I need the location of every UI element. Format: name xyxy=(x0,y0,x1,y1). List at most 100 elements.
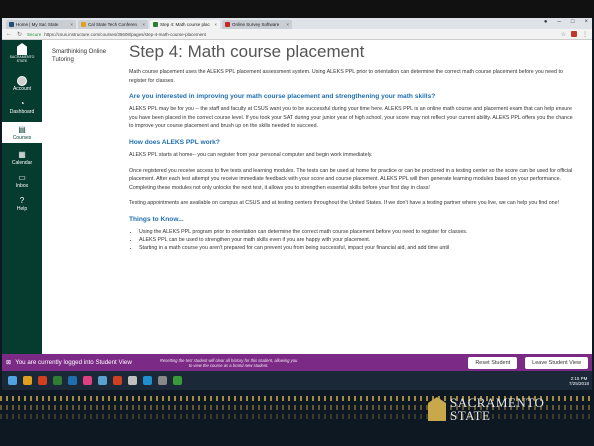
nav-help[interactable]: ? Help xyxy=(2,196,42,212)
nav-label: Calendar xyxy=(11,160,33,166)
sac-state-logo[interactable]: SACRAMENTO STATE xyxy=(9,43,35,69)
taskbar-app-icon[interactable] xyxy=(23,376,32,385)
nav-label: Dashboard xyxy=(9,109,35,115)
favicon-icon xyxy=(153,22,158,27)
browser-tab-3[interactable]: Step 4: Math course plac × xyxy=(150,20,220,29)
clock-date: 7/25/2018 xyxy=(568,380,589,386)
leave-student-view-button[interactable]: Leave Student View xyxy=(525,356,588,369)
favicon-icon xyxy=(225,22,230,27)
student-view-icon: ⊠ xyxy=(6,359,12,366)
close-tab-icon[interactable]: × xyxy=(214,22,217,27)
clock-time: 2:15 PM xyxy=(570,375,588,381)
list-item: Starting in a math course you aren't pre… xyxy=(139,244,578,252)
inbox-icon: ▭ xyxy=(18,173,26,182)
tab-strip: Home | My Sac State × Cal State Tech Conf… xyxy=(2,18,592,29)
logo-text: SACRAMENTO STATE xyxy=(9,55,35,63)
course-nav-item-smarthinking[interactable]: Smarthinking Online Tutoring xyxy=(52,48,124,64)
nav-label: Help xyxy=(16,206,28,212)
dashboard-icon: ◔ xyxy=(19,99,25,108)
logo-mark-icon xyxy=(428,397,446,421)
taskbar-app-icon[interactable] xyxy=(173,376,182,385)
browser-window: Home | My Sac State × Cal State Tech Conf… xyxy=(2,18,592,390)
favicon-icon xyxy=(9,22,14,27)
logo-mark-icon xyxy=(17,43,27,55)
window-controls: ● – □ × xyxy=(544,19,588,25)
minimize-icon[interactable]: – xyxy=(558,19,561,25)
page-title: Step 4: Math course placement xyxy=(129,42,365,61)
paragraph: ALEKS PPL starts at home-- you can regis… xyxy=(129,151,373,158)
section-heading: How does ALEKS PPL work? xyxy=(129,138,220,146)
extension-icon[interactable] xyxy=(571,31,577,37)
nav-account[interactable]: Account xyxy=(2,76,42,92)
nav-courses[interactable]: ▤ Courses xyxy=(2,122,42,143)
favicon-icon xyxy=(81,22,86,27)
sacramento-state-logo: SACRAMENTO STATE xyxy=(428,396,544,422)
taskbar-app-icon[interactable] xyxy=(98,376,107,385)
reset-note-line2: to view the course as a brand new studen… xyxy=(188,362,269,368)
calendar-icon: ▦ xyxy=(18,150,26,159)
nav-label: Inbox xyxy=(15,183,29,189)
list-item: Using the ALEKS PPL program prior to ori… xyxy=(139,228,578,236)
taskbar-app-icon[interactable] xyxy=(113,376,122,385)
list-item: ALEKS PPL can be used to strengthen your… xyxy=(139,236,578,244)
close-tab-icon[interactable]: × xyxy=(70,22,73,27)
reset-note-line1: Resetting the test student will clear al… xyxy=(159,357,298,363)
brand-line2: STATE xyxy=(450,408,491,423)
tab-label: Online Survey Software xyxy=(232,22,280,27)
taskbar-icons xyxy=(5,376,185,385)
windows-taskbar: 2:15 PM 7/25/2018 xyxy=(2,371,592,390)
nav-inbox[interactable]: ▭ Inbox xyxy=(2,173,42,189)
nav-dashboard[interactable]: ◔ Dashboard xyxy=(2,99,42,115)
secure-label: Secure xyxy=(27,31,42,37)
tab-label: Cal State Tech Conferen xyxy=(88,22,137,27)
student-view-bar: ⊠ You are currently logged into Student … xyxy=(2,354,592,371)
avatar-icon xyxy=(17,76,27,86)
global-nav: SACRAMENTO STATE Account ◔ Dashboard ▤ C… xyxy=(2,40,42,390)
browser-tab-2[interactable]: Cal State Tech Conferen × xyxy=(78,20,148,29)
paragraph: Testing appointments are available on ca… xyxy=(129,200,560,207)
section-heading: Are you interested in improving your mat… xyxy=(129,93,436,101)
taskbar-app-icon[interactable] xyxy=(128,376,137,385)
address-bar: ← ↻ Secure https://csus.instructure.com/… xyxy=(2,29,592,40)
taskbar-clock[interactable]: 2:15 PM 7/25/2018 xyxy=(569,376,589,386)
intro-paragraph: Math course placement uses the ALEKS PPL… xyxy=(129,69,563,84)
tab-label: Step 4: Math course plac xyxy=(160,22,210,27)
paragraph: ALEKS PPL may be for you -- the staff an… xyxy=(129,106,573,130)
taskbar-app-icon[interactable] xyxy=(143,376,152,385)
browser-tab-1[interactable]: Home | My Sac State × xyxy=(6,20,76,29)
canvas-app: SACRAMENTO STATE Account ◔ Dashboard ▤ C… xyxy=(2,40,592,390)
monitor-bezel xyxy=(0,0,594,18)
taskbar-app-icon[interactable] xyxy=(8,376,17,385)
taskbar-app-icon[interactable] xyxy=(38,376,47,385)
course-nav: Smarthinking Online Tutoring xyxy=(42,40,124,390)
url-field[interactable]: https://csus.instructure.com/courses/356… xyxy=(44,32,206,37)
close-tab-icon[interactable]: × xyxy=(142,22,145,27)
page-content: Step 4: Math course placement Math cours… xyxy=(124,40,592,390)
tab-label: Home | My Sac State xyxy=(16,22,59,27)
reset-note: Resetting the test student will clear al… xyxy=(160,358,298,368)
help-icon: ? xyxy=(19,196,25,205)
nav-calendar[interactable]: ▦ Calendar xyxy=(2,150,42,166)
taskbar-app-icon[interactable] xyxy=(53,376,62,385)
close-window-icon[interactable]: × xyxy=(584,19,588,25)
student-view-message: You are currently logged into Student Vi… xyxy=(15,359,132,366)
browser-tab-4[interactable]: Online Survey Software × xyxy=(222,20,292,29)
desktop-wallpaper: SACRAMENTO STATE xyxy=(0,390,594,446)
courses-icon: ▤ xyxy=(18,125,26,134)
menu-icon[interactable]: ⋮ xyxy=(582,31,588,38)
back-icon[interactable]: ← xyxy=(6,31,12,37)
things-to-know-list: Using the ALEKS PPL program prior to ori… xyxy=(129,228,578,252)
nav-label: Courses xyxy=(12,135,32,141)
section-heading: Things to Know... xyxy=(129,215,184,223)
taskbar-app-icon[interactable] xyxy=(68,376,77,385)
maximize-icon[interactable]: □ xyxy=(571,19,575,25)
taskbar-app-icon[interactable] xyxy=(158,376,167,385)
reset-student-button[interactable]: Reset Student xyxy=(468,356,518,369)
taskbar-app-icon[interactable] xyxy=(83,376,92,385)
profile-icon[interactable]: ● xyxy=(544,19,548,25)
reload-icon[interactable]: ↻ xyxy=(17,31,22,38)
nav-label: Account xyxy=(12,86,32,92)
close-tab-icon[interactable]: × xyxy=(286,22,289,27)
bookmark-star-icon[interactable]: ☆ xyxy=(561,31,566,38)
paragraph: Once registered you receive access to fi… xyxy=(129,167,573,191)
